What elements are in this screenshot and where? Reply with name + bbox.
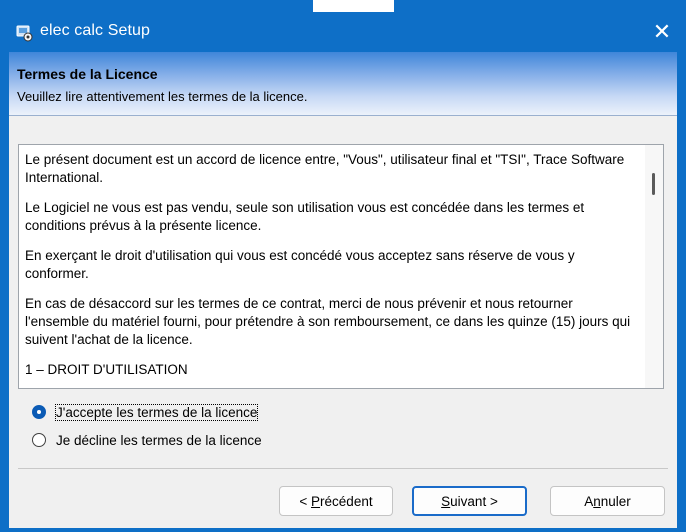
window-title: elec calc Setup [40, 22, 151, 39]
license-text[interactable]: Le présent document est un accord de lic… [25, 151, 637, 388]
page-subtitle: Veuillez lire attentivement les termes d… [17, 89, 308, 104]
close-button[interactable]: ✕ [648, 18, 676, 46]
accept-license-radio[interactable]: J'accepte les termes de la licence [32, 402, 259, 422]
taskbar-notch [313, 0, 394, 12]
wizard-header: Termes de la Licence Veuillez lire atten… [9, 52, 677, 116]
title-bar[interactable]: elec calc Setup ✕ [0, 12, 686, 52]
cancel-button-label: nuler [600, 493, 631, 509]
button-separator [18, 468, 668, 469]
dialog-client-area: Termes de la Licence Veuillez lire atten… [9, 52, 677, 528]
radio-selected-icon[interactable] [32, 405, 46, 419]
decline-license-label[interactable]: Je décline les termes de la licence [56, 433, 262, 448]
vertical-scrollbar[interactable] [645, 145, 663, 388]
license-paragraph: En exerçant le droit d'utilisation qui v… [25, 248, 575, 281]
next-button-label: uivant > [450, 493, 498, 509]
cancel-button-prefix: A [584, 493, 594, 509]
license-text-box[interactable]: Le présent document est un accord de lic… [18, 144, 664, 389]
back-button-mnemonic: P [311, 493, 321, 509]
cancel-button-mnemonic: n [593, 493, 601, 509]
accept-license-label[interactable]: J'accepte les termes de la licence [54, 403, 259, 421]
back-button-prefix: < [299, 493, 312, 509]
back-button-label: récédent [320, 493, 373, 509]
decline-license-radio[interactable]: Je décline les termes de la licence [32, 430, 262, 450]
radio-unselected-icon[interactable] [32, 433, 46, 447]
scrollbar-thumb[interactable] [652, 173, 655, 195]
page-title: Termes de la Licence [17, 66, 158, 82]
setup-app-icon [16, 25, 33, 42]
next-button-mnemonic: S [441, 493, 451, 509]
cancel-button[interactable]: An nuler [550, 486, 665, 516]
license-paragraph: Le Logiciel ne vous est pas vendu, seule… [25, 200, 585, 233]
back-button[interactable]: < Précédent [279, 486, 393, 516]
setup-window: elec calc Setup ✕ Termes de la Licence V… [0, 0, 686, 532]
license-paragraph: Le présent document est un accord de lic… [25, 152, 625, 185]
close-icon: ✕ [652, 19, 672, 44]
license-paragraph: En cas de désaccord sur les termes de ce… [25, 296, 631, 347]
next-button[interactable]: Suivant > [412, 486, 527, 516]
license-section-heading: 1 – DROIT D'UTILISATION [25, 362, 188, 377]
